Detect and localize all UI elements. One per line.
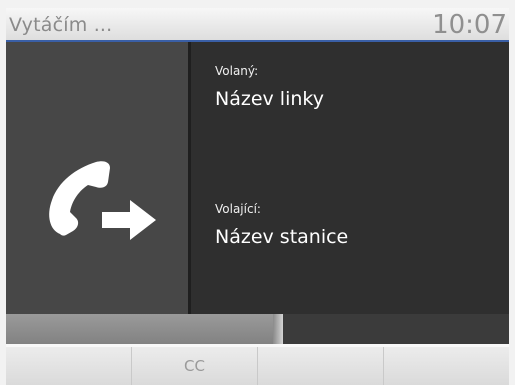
call-status-title: Vytáčím ... (9, 14, 113, 36)
caller-value: Název stanice (215, 226, 349, 248)
outgoing-call-icon (49, 161, 156, 240)
clock-time: 10:07 (432, 10, 507, 40)
phone-screen: Vytáčím ... 10:07 Volaný: Název linky Vo… (6, 8, 509, 385)
call-icon-panel (6, 42, 188, 314)
softkey-bar: CC (6, 344, 509, 385)
softkey-1[interactable] (6, 347, 132, 385)
call-progress-bar (6, 314, 509, 344)
call-details-panel: Volaný: Název linky Volající: Název stan… (188, 42, 509, 314)
called-label: Volaný: (215, 64, 259, 78)
status-header: Vytáčím ... 10:07 (6, 8, 509, 42)
softkey-cc[interactable]: CC (132, 347, 258, 385)
softkey-4[interactable] (384, 347, 509, 385)
progress-fill (6, 314, 273, 344)
progress-fill-edge (273, 314, 283, 344)
caller-label: Volající: (215, 202, 261, 216)
called-value: Název linky (215, 88, 324, 110)
softkey-3[interactable] (258, 347, 384, 385)
